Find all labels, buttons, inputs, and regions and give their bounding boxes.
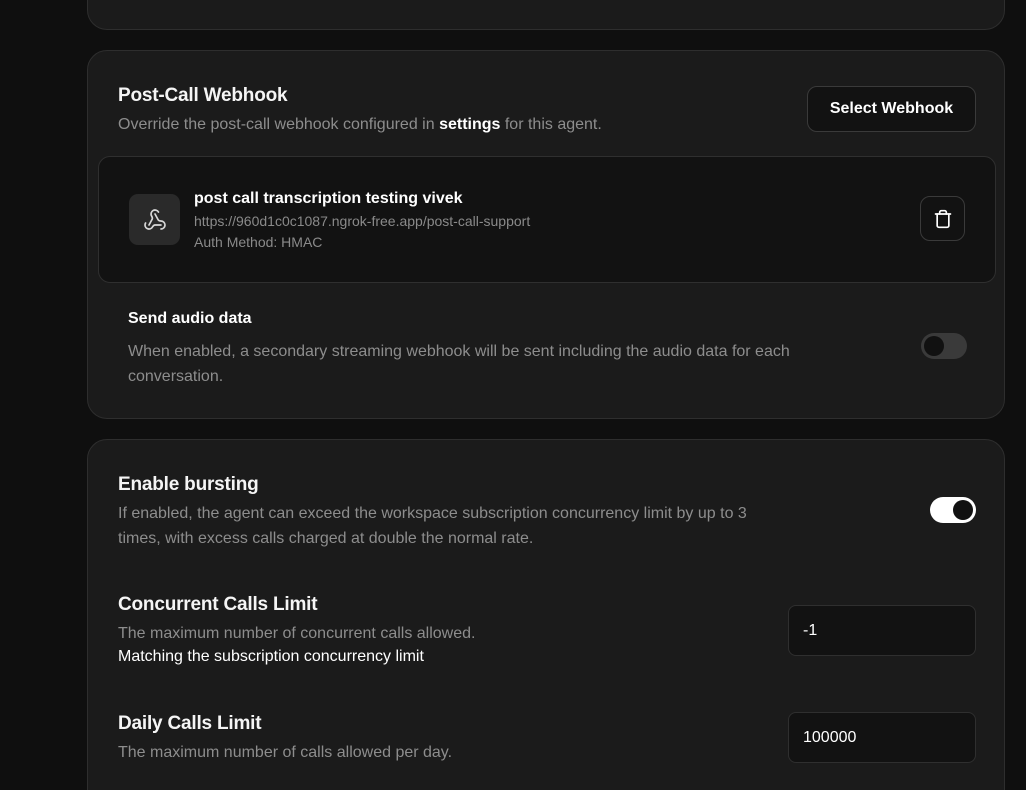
concurrent-calls-input[interactable] (788, 605, 976, 656)
daily-limit-title: Daily Calls Limit (118, 713, 262, 734)
webhook-description-text: Override the post-call webhook configure… (118, 116, 440, 133)
send-audio-description: When enabled, a secondary streaming webh… (128, 343, 790, 385)
toggle-knob (924, 336, 944, 356)
call-limits-card: Enable bursting If enabled, the agent ca… (87, 439, 1005, 790)
bursting-description: If enabled, the agent can exceed the wor… (118, 505, 747, 547)
bursting-title: Enable bursting (118, 474, 259, 495)
send-audio-title: Send audio data (128, 310, 252, 327)
concurrent-limit-description: The maximum number of concurrent calls a… (118, 625, 476, 642)
send-audio-toggle[interactable] (921, 333, 967, 359)
toggle-knob (953, 500, 973, 520)
daily-calls-input[interactable] (788, 712, 976, 763)
select-webhook-button[interactable]: Select Webhook (807, 86, 976, 132)
concurrent-limit-title: Concurrent Calls Limit (118, 594, 318, 615)
webhook-url: https://960d1c0c1087.ngrok-free.app/post… (194, 213, 531, 229)
webhook-icon (129, 194, 180, 245)
daily-limit-description: The maximum number of calls allowed per … (118, 744, 453, 761)
webhook-name: post call transcription testing vivek (194, 190, 463, 207)
webhook-description-suffix: for this agent. (500, 116, 602, 133)
agent-settings-page: Post-Call Webhook Override the post-call… (0, 0, 1026, 790)
selected-webhook-item: post call transcription testing vivek ht… (98, 156, 996, 283)
webhook-section-title: Post-Call Webhook (118, 85, 288, 106)
delete-webhook-button[interactable] (920, 196, 965, 241)
previous-settings-card (87, 0, 1005, 30)
post-call-webhook-card: Post-Call Webhook Override the post-call… (87, 50, 1005, 419)
webhook-auth-method: Auth Method: HMAC (194, 234, 323, 250)
concurrent-limit-note: Matching the subscription concurrency li… (118, 648, 424, 665)
bursting-toggle[interactable] (930, 497, 976, 523)
settings-link[interactable]: settings (439, 116, 500, 133)
webhook-section-description: Override the post-call webhook configure… (118, 112, 602, 137)
trash-icon (934, 209, 951, 228)
